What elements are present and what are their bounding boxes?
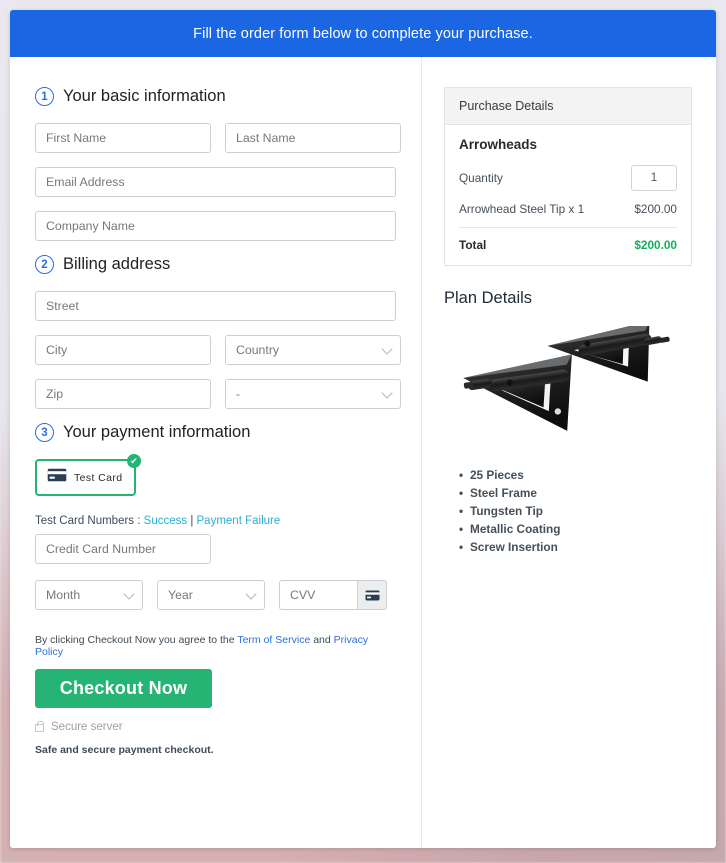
street-row [35,291,396,321]
step-3-heading: 3 Your payment information [35,423,396,442]
credit-card-number-input[interactable] [35,534,211,564]
terms-and: and [310,634,334,646]
line-item-label: Arrowhead Steel Tip x 1 [459,202,585,216]
summary-column: Purchase Details Arrowheads Quantity Arr… [422,57,716,848]
city-country-row [35,335,401,365]
test-card-divider: | [187,515,197,527]
step-2-heading: 2 Billing address [35,255,396,274]
total-value: $200.00 [634,238,677,252]
total-label: Total [459,238,487,252]
secure-server-row: Secure server [35,721,396,733]
cvv-group [279,580,387,610]
plan-details-title: Plan Details [444,289,533,307]
month-select[interactable] [35,580,143,610]
product-image [444,326,692,446]
banner: Fill the order form below to complete yo… [10,10,716,57]
city-input[interactable] [35,335,211,365]
step-2-title: Billing address [63,255,171,273]
test-card-numbers-row: Test Card Numbers : Success | Payment Fa… [35,515,396,527]
purchase-details-header: Purchase Details [445,88,691,125]
quantity-row: Quantity [459,165,677,191]
payment-method-label: Test Card [74,471,123,484]
body-columns: 1 Your basic information 2 Billing addre… [10,57,716,848]
safe-checkout-note: Safe and secure payment checkout. [35,744,214,756]
credit-card-icon [357,580,387,610]
terms-prefix: By clicking Checkout Now you agree to th… [35,634,238,646]
card-number-row [35,534,396,564]
first-name-input[interactable] [35,123,211,153]
purchase-details-panel: Purchase Details Arrowheads Quantity Arr… [444,87,692,266]
step-1-number: 1 [35,87,54,106]
state-select-wrap [225,379,401,409]
plan-features-list: 25 Pieces Steel Frame Tungsten Tip Metal… [444,468,692,554]
payment-method-test-card[interactable]: Test Card ✔ [35,454,141,496]
secure-server-label: Secure server [51,721,123,733]
step-3-number: 3 [35,423,54,442]
year-select-wrap [157,580,265,610]
month-select-wrap [35,580,143,610]
quantity-label: Quantity [459,171,503,185]
email-row [35,167,396,197]
step-1-heading: 1 Your basic information [35,87,396,106]
lock-icon [35,721,44,732]
state-select[interactable] [225,379,401,409]
arrowheads-illustration [463,326,670,431]
product-name: Arrowheads [459,137,538,152]
line-item-price: $200.00 [634,202,677,216]
list-item: Metallic Coating [459,522,692,536]
last-name-input[interactable] [225,123,401,153]
year-select[interactable] [157,580,265,610]
email-input[interactable] [35,167,396,197]
form-column: 1 Your basic information 2 Billing addre… [10,57,422,848]
company-input[interactable] [35,211,396,241]
checkout-now-button[interactable]: Checkout Now [35,669,212,708]
banner-text: Fill the order form below to complete yo… [193,25,533,42]
total-row: Total $200.00 [459,238,677,252]
cvv-input[interactable] [279,580,357,610]
company-row [35,211,396,241]
country-select[interactable] [225,335,401,365]
quantity-input[interactable] [631,165,677,191]
terms-of-service-link[interactable]: Term of Service [237,634,310,646]
check-circle-icon: ✔ [127,454,141,468]
list-item: Steel Frame [459,486,692,500]
name-row [35,123,401,153]
street-input[interactable] [35,291,396,321]
test-card-failure-link[interactable]: Payment Failure [197,515,281,527]
zip-input[interactable] [35,379,211,409]
list-item: Screw Insertion [459,540,692,554]
purchase-details-body: Arrowheads Quantity Arrowhead Steel Tip … [445,125,691,265]
list-item: 25 Pieces [459,468,692,482]
test-card-success-link[interactable]: Success [144,515,187,527]
country-select-wrap [225,335,401,365]
step-3-title: Your payment information [63,423,251,441]
line-item-row: Arrowhead Steel Tip x 1 $200.00 [459,202,677,216]
list-item: Tungsten Tip [459,504,692,518]
credit-card-icon [47,468,67,487]
test-card-numbers-label: Test Card Numbers : [35,515,144,527]
divider [459,227,677,228]
zip-state-row [35,379,401,409]
step-2-number: 2 [35,255,54,274]
step-1-title: Your basic information [63,87,226,105]
checkout-card: Fill the order form below to complete yo… [10,10,716,848]
expiry-cvv-row [35,580,396,610]
terms-text: By clicking Checkout Now you agree to th… [35,634,396,658]
